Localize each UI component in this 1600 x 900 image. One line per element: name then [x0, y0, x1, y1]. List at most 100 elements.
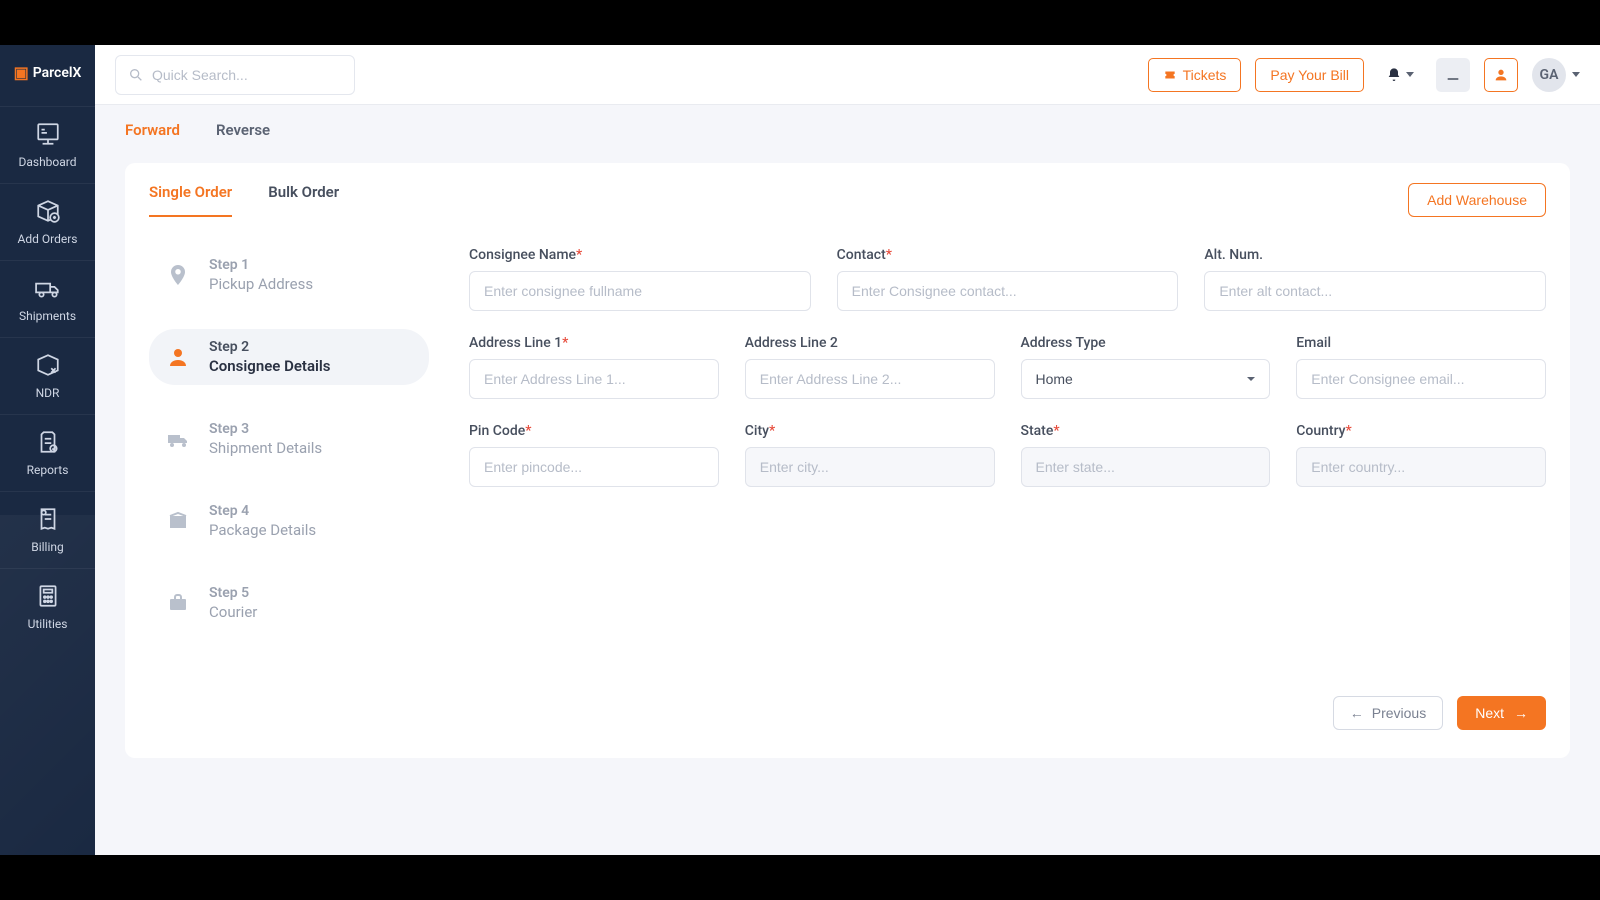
nav-ndr[interactable]: NDR [0, 337, 95, 414]
profile-menu[interactable]: GA [1532, 58, 1580, 92]
box-icon [165, 508, 191, 534]
tickets-label: Tickets [1183, 67, 1227, 83]
contact-input[interactable] [837, 271, 1179, 311]
pincode-label: Pin Code* [469, 423, 719, 439]
previous-button[interactable]: ← Previous [1333, 696, 1443, 730]
sidebar: ▣ ParcelX Dashboard Add Orders Shipments… [0, 45, 95, 855]
alt-num-input[interactable] [1204, 271, 1546, 311]
step-number: Step 5 [209, 585, 257, 601]
state-label: State* [1021, 423, 1271, 439]
brand-logo: ▣ ParcelX [14, 63, 82, 82]
tickets-button[interactable]: Tickets [1148, 58, 1242, 92]
address2-input[interactable] [745, 359, 995, 399]
nav-label: Utilities [28, 617, 68, 631]
step-label: Pickup Address [209, 275, 313, 293]
nav-label: Shipments [19, 309, 76, 323]
bell-icon [1386, 67, 1402, 83]
arrow-right-icon: → [1514, 705, 1528, 721]
order-card: Single Order Bulk Order Add Warehouse St… [125, 163, 1570, 758]
alt-num-label: Alt. Num. [1204, 247, 1546, 263]
next-button[interactable]: Next → [1457, 696, 1546, 730]
avatar: GA [1532, 58, 1566, 92]
search-input[interactable] [152, 67, 342, 83]
topbar: Tickets Pay Your Bill GA [95, 45, 1600, 105]
step-number: Step 4 [209, 503, 316, 519]
consignee-name-label: Consignee Name* [469, 247, 811, 263]
download-icon [1445, 67, 1461, 83]
ndr-icon [35, 352, 61, 378]
step-pickup-address[interactable]: Step 1 Pickup Address [149, 247, 429, 303]
nav-label: Reports [27, 463, 69, 477]
notifications-button[interactable] [1378, 58, 1422, 92]
brand-name: ParcelX [33, 65, 82, 81]
order-type-tabs: Single Order Bulk Order [149, 183, 339, 217]
search-icon [128, 67, 144, 83]
pincode-input[interactable] [469, 447, 719, 487]
city-label: City* [745, 423, 995, 439]
address-type-select[interactable]: Home [1021, 359, 1271, 399]
step-label: Shipment Details [209, 439, 322, 457]
state-input[interactable] [1021, 447, 1271, 487]
nav-label: NDR [36, 386, 60, 400]
search-box[interactable] [115, 55, 355, 95]
email-label: Email [1296, 335, 1546, 351]
add-warehouse-button[interactable]: Add Warehouse [1408, 183, 1546, 217]
contact-label: Contact* [837, 247, 1179, 263]
billing-icon [35, 506, 61, 532]
tab-single-order[interactable]: Single Order [149, 183, 232, 217]
consignee-form: Consignee Name* Contact* Alt. Num. [469, 247, 1546, 688]
step-shipment-details[interactable]: Step 3 Shipment Details [149, 411, 429, 467]
step-number: Step 3 [209, 421, 322, 437]
nav-label: Dashboard [18, 155, 76, 169]
country-label: Country* [1296, 423, 1546, 439]
tab-reverse[interactable]: Reverse [216, 121, 270, 143]
truck-icon [35, 275, 61, 301]
direction-tabs: Forward Reverse [125, 121, 1570, 143]
reports-icon [35, 429, 61, 455]
step-courier[interactable]: Step 5 Courier [149, 575, 429, 631]
next-label: Next [1475, 705, 1504, 721]
tab-forward[interactable]: Forward [125, 121, 180, 143]
briefcase-icon [165, 590, 191, 616]
country-input[interactable] [1296, 447, 1546, 487]
previous-label: Previous [1372, 705, 1426, 721]
user-button[interactable] [1484, 58, 1518, 92]
nav-reports[interactable]: Reports [0, 414, 95, 491]
step-number: Step 2 [209, 339, 331, 355]
consignee-name-input[interactable] [469, 271, 811, 311]
pay-bill-label: Pay Your Bill [1270, 67, 1349, 83]
nav-dashboard[interactable]: Dashboard [0, 106, 95, 183]
nav-label: Billing [31, 540, 64, 554]
nav-label: Add Orders [18, 232, 78, 246]
user-icon [1493, 67, 1509, 83]
step-label: Courier [209, 603, 257, 621]
arrow-left-icon: ← [1350, 705, 1364, 721]
tab-bulk-order[interactable]: Bulk Order [268, 183, 339, 217]
address1-input[interactable] [469, 359, 719, 399]
city-input[interactable] [745, 447, 995, 487]
logo-icon: ▣ [14, 63, 29, 82]
nav-shipments[interactable]: Shipments [0, 260, 95, 337]
dashboard-icon [35, 121, 61, 147]
download-button[interactable] [1436, 58, 1470, 92]
add-orders-icon [35, 198, 61, 224]
chevron-down-icon [1572, 72, 1580, 77]
email-input[interactable] [1296, 359, 1546, 399]
stepper: Step 1 Pickup Address Step 2 Consignee Det… [149, 247, 429, 688]
pay-bill-button[interactable]: Pay Your Bill [1255, 58, 1364, 92]
step-consignee-details[interactable]: Step 2 Consignee Details [149, 329, 429, 385]
person-icon [165, 344, 191, 370]
nav-billing[interactable]: Billing [0, 491, 95, 568]
nav-add-orders[interactable]: Add Orders [0, 183, 95, 260]
step-package-details[interactable]: Step 4 Package Details [149, 493, 429, 549]
address2-label: Address Line 2 [745, 335, 995, 351]
calculator-icon [35, 583, 61, 609]
step-number: Step 1 [209, 257, 313, 273]
nav-utilities[interactable]: Utilities [0, 568, 95, 645]
step-label: Consignee Details [209, 357, 331, 375]
step-label: Package Details [209, 521, 316, 539]
truck-icon [165, 426, 191, 452]
location-icon [165, 262, 191, 288]
address-type-label: Address Type [1021, 335, 1271, 351]
address1-label: Address Line 1* [469, 335, 719, 351]
